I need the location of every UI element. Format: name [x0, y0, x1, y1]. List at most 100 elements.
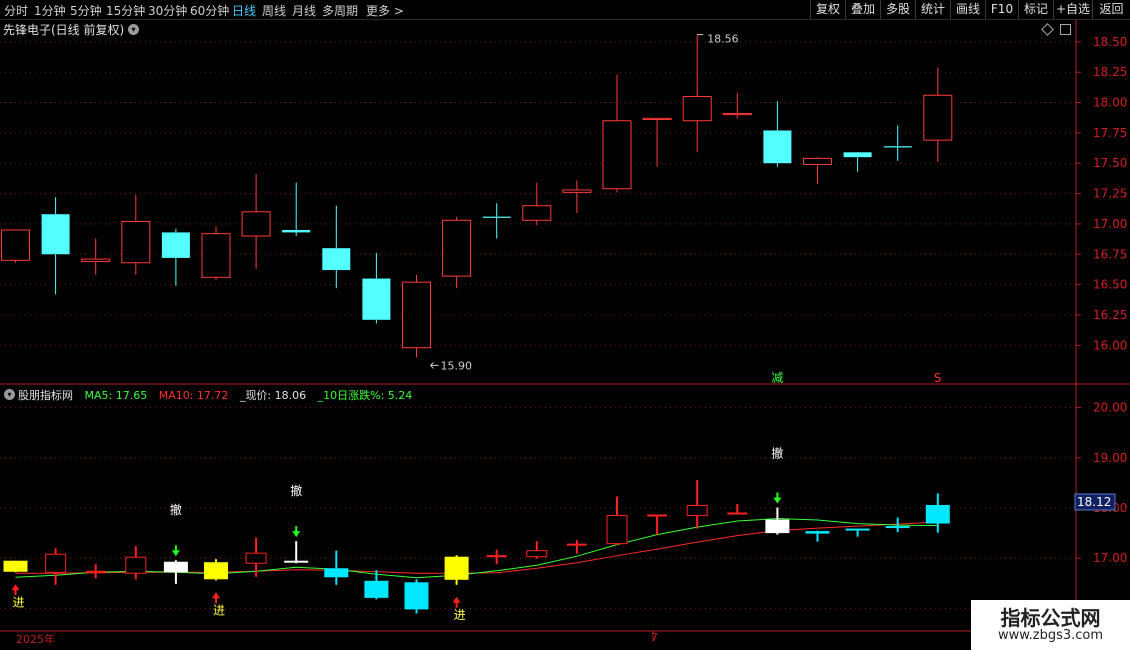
enter-arrow-icon: [212, 592, 220, 604]
indicator-candle-body: [727, 512, 748, 515]
candle: [722, 92, 752, 119]
indicator-candle-body: [606, 515, 628, 545]
candle: [1, 229, 30, 263]
candle: [282, 182, 311, 237]
withdraw-arrow-icon: [773, 492, 782, 504]
candle-body-up: [923, 94, 953, 141]
indicator-candle-body: [324, 568, 349, 578]
indicator-candle: [727, 503, 748, 515]
indicator-candle-body: [686, 504, 708, 517]
candle-body-up: [402, 281, 431, 349]
candle-body-down: [161, 232, 190, 258]
enter-arrow-icon: [11, 584, 20, 596]
candle: [843, 152, 872, 172]
indicator-candle-body: [765, 519, 790, 534]
indicator-menu-icon[interactable]: ▾: [4, 389, 15, 400]
indicator-candle-body: [805, 531, 830, 534]
price-axis-label: 17.50: [1093, 156, 1127, 170]
indicator-candle-body: [45, 553, 67, 573]
candle: [161, 228, 190, 286]
main-annotations: 18.56 15.90 减 S: [430, 33, 942, 385]
watermark-logo: 指标公式网 www.zbgs3.com: [971, 600, 1130, 650]
candle: [442, 216, 472, 289]
candle: [482, 203, 511, 239]
indicator-candle: [45, 548, 67, 585]
candle-body-down: [41, 214, 70, 255]
indicator-candle-body: [85, 570, 106, 574]
indicator-axis: 20.0019.0018.0017.0016.0018.12: [1074, 401, 1127, 615]
candle-body-down: [843, 152, 872, 158]
signal-sell: S: [934, 371, 942, 385]
high-price-label: 18.56: [707, 33, 739, 46]
indicator-candle: [3, 560, 28, 573]
current-price-label: _现价: 18.06: [239, 389, 307, 402]
price-axis-label: 17.00: [1093, 217, 1127, 231]
indicator-candle: [85, 564, 106, 579]
indicator-candle: [444, 555, 469, 585]
candle: [201, 226, 231, 280]
ma5-label: MA5: 17.65: [84, 389, 148, 402]
price-axis-label: 16.25: [1093, 308, 1127, 322]
ma10-label: MA10: 17.72: [158, 389, 229, 402]
indicator-candle: [686, 479, 708, 529]
main-price-axis: 18.50 18.25 18.00 17.75 17.50 17.25 17.00 16.75…: [1076, 35, 1127, 352]
indicator-axis-label: 19.00: [1093, 451, 1127, 465]
indicator-candle: [606, 496, 628, 546]
price-axis-label: 16.75: [1093, 247, 1127, 261]
withdraw-label: 撤: [290, 483, 302, 498]
indicator-candle: [647, 514, 668, 535]
indicator-candle-body: [486, 555, 507, 558]
price-axis-label: 17.25: [1093, 187, 1127, 201]
indicator-candle-body: [204, 562, 228, 580]
indicator-candle-body: [566, 543, 587, 546]
indicator-signals: 进进 进撤撤撤: [11, 445, 783, 622]
price-tag-label: 18.12: [1077, 495, 1111, 509]
candle: [402, 274, 431, 358]
candle-body-down: [322, 248, 351, 271]
ma10-line: [15, 521, 938, 574]
indicator-candle-body: [885, 526, 910, 529]
month-label: 7: [651, 631, 658, 644]
candle-body-up: [442, 219, 472, 277]
indicator-candle-body: [125, 556, 147, 574]
enter-arrow-icon: [452, 596, 461, 608]
indicator-candle: [925, 493, 950, 533]
indicator-candle-body: [364, 580, 389, 598]
main-price-grid: [0, 41, 1076, 346]
indicator-axis-label: 17.00: [1093, 551, 1127, 565]
candle: [923, 67, 953, 163]
indicator-candle: [324, 550, 349, 585]
candle-body-up: [642, 117, 672, 121]
price-axis-label: 18.00: [1093, 96, 1127, 110]
low-price-label: 15.90: [441, 359, 473, 372]
indicator-axis-label: 20.00: [1093, 401, 1127, 415]
indicator-candle: [284, 541, 309, 564]
candle-body-down: [883, 146, 912, 148]
candle-body-down: [362, 278, 391, 320]
indicator-candle: [486, 549, 507, 565]
withdraw-label: 撤: [771, 445, 783, 460]
candle: [642, 117, 672, 167]
indicator-candle: [204, 559, 228, 581]
price-axis-label: 16.00: [1093, 338, 1127, 352]
indicator-candle: [163, 560, 188, 584]
indicator-grid: [0, 407, 1076, 609]
indicator-ma-lines: [15, 518, 938, 579]
indicator-candle-body: [404, 582, 429, 610]
indicator-candle-body: [163, 561, 188, 573]
candle-body-down: [763, 130, 792, 164]
candle-body-up: [121, 220, 151, 264]
watermark-url: www.zbgs3.com: [997, 628, 1104, 643]
candle-body-up: [562, 189, 592, 193]
candle: [322, 205, 351, 289]
candle-body-up: [722, 112, 752, 116]
candle-body-up: [1, 229, 30, 261]
candle: [522, 182, 552, 226]
indicator-candles: [3, 479, 950, 614]
indicator-candle-body: [245, 552, 267, 564]
indicator-name: 股朋指标网: [18, 389, 73, 402]
withdraw-label: 撤: [170, 502, 182, 517]
enter-label: 进: [213, 603, 225, 617]
price-axis-label: 18.50: [1093, 35, 1127, 49]
candle-body-up: [241, 211, 271, 237]
